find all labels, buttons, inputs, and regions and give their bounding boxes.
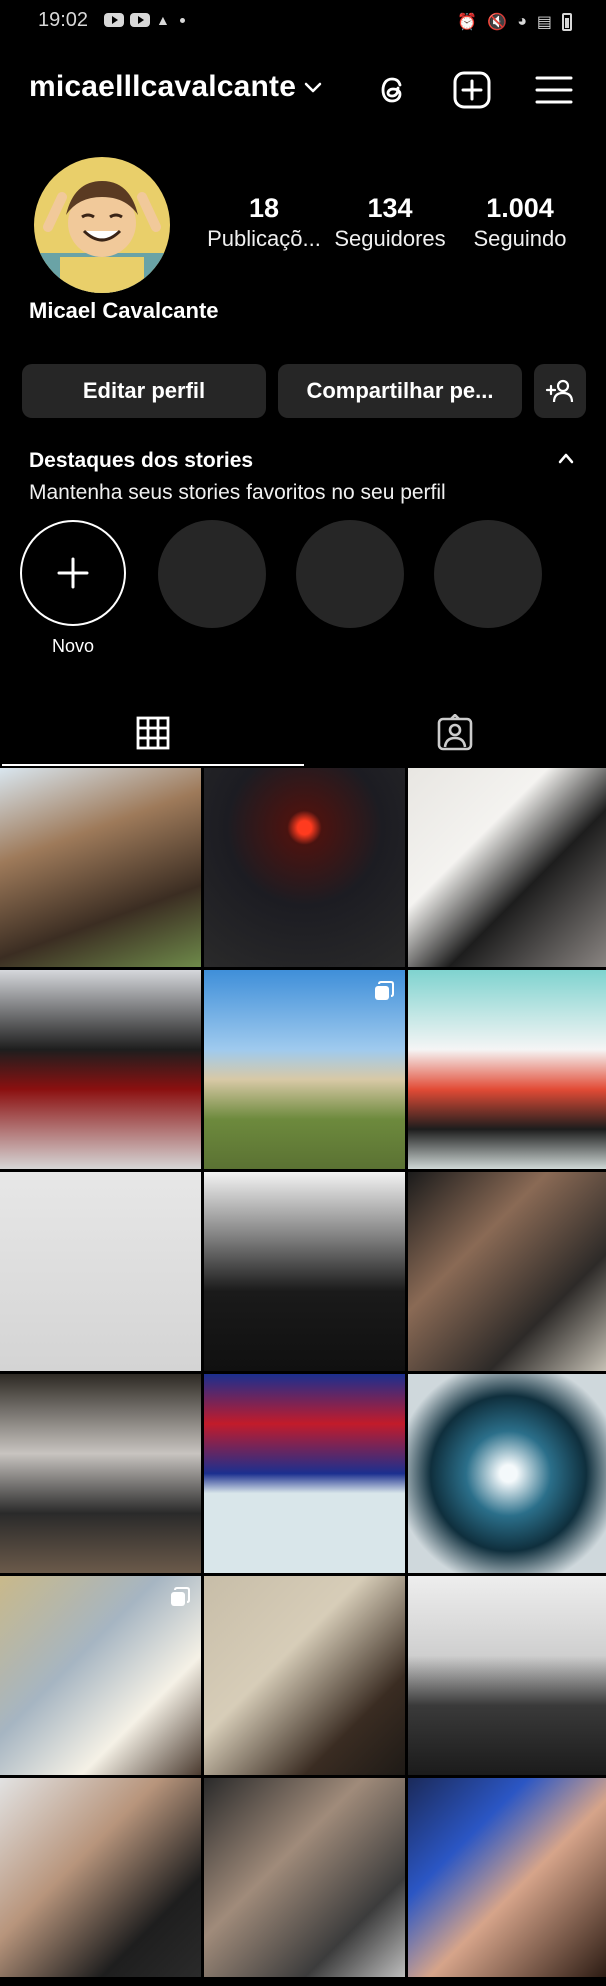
post-thumbnail[interactable] <box>0 1576 201 1775</box>
tab-posts-grid[interactable] <box>2 700 304 766</box>
post-thumbnail[interactable] <box>0 768 201 967</box>
tagged-person-icon <box>437 714 473 751</box>
carousel-icon <box>375 981 394 1000</box>
post-thumbnail[interactable] <box>0 1778 201 1977</box>
post-thumbnail[interactable] <box>408 768 606 967</box>
threads-icon[interactable] <box>370 68 414 112</box>
post-thumbnail[interactable] <box>0 1374 201 1573</box>
status-bar: 19:02 ▲ ⏰ 🔇 ◕ ▤ <box>0 0 606 44</box>
edit-profile-button[interactable]: Editar perfil <box>22 364 266 418</box>
followers-stat[interactable]: 134 Seguidores <box>330 192 450 254</box>
youtube-icon <box>130 13 150 27</box>
active-tab-indicator <box>2 764 304 766</box>
post-thumbnail[interactable] <box>204 768 405 967</box>
grid-icon <box>136 716 170 750</box>
new-highlight-button[interactable] <box>20 520 126 626</box>
carousel-icon <box>171 1587 190 1606</box>
post-thumbnail[interactable] <box>408 1172 606 1371</box>
username-switcher[interactable]: micaelllcavalcante <box>29 70 296 104</box>
system-icons: ⏰ 🔇 ◕ ▤ <box>457 12 572 32</box>
share-profile-button[interactable]: Compartilhar pe... <box>278 364 522 418</box>
post-thumbnail[interactable] <box>204 970 405 1169</box>
post-thumbnail[interactable] <box>204 1172 405 1371</box>
highlight-placeholder <box>434 520 542 628</box>
post-thumbnail[interactable] <box>0 1172 201 1371</box>
posts-grid <box>0 768 606 1977</box>
chevron-down-icon[interactable] <box>304 82 322 94</box>
highlights-subtitle: Mantenha seus stories favoritos no seu p… <box>29 481 446 504</box>
following-stat[interactable]: 1.004 Seguindo <box>462 192 578 254</box>
followers-label: Seguidores <box>334 226 446 251</box>
full-name: Micael Cavalcante <box>29 298 219 323</box>
posts-label: Publicaçõ... <box>207 226 321 251</box>
post-thumbnail[interactable] <box>408 1576 606 1775</box>
following-label: Seguindo <box>473 226 567 251</box>
tab-tagged[interactable] <box>304 700 606 766</box>
youtube-icon <box>104 13 124 27</box>
plus-icon <box>57 557 89 589</box>
posts-count: 18 <box>248 193 280 223</box>
signal-icon: ▤ <box>536 14 552 31</box>
battery-icon <box>562 13 572 31</box>
post-thumbnail[interactable] <box>408 970 606 1169</box>
avatar-image <box>34 157 170 293</box>
new-highlight-label: Novo <box>51 636 95 656</box>
mute-icon: 🔇 <box>487 14 508 31</box>
chevron-up-icon[interactable] <box>558 452 574 464</box>
status-time: 19:02 <box>38 9 89 31</box>
alarm-icon: ⏰ <box>457 14 478 31</box>
create-post-icon[interactable] <box>450 68 494 112</box>
avatar[interactable] <box>34 157 170 293</box>
following-count: 1.004 <box>486 193 554 223</box>
highlight-placeholder <box>158 520 266 628</box>
add-person-icon <box>545 379 574 403</box>
more-notifications-dot <box>179 17 185 23</box>
wifi-icon: ◕ <box>517 13 527 30</box>
posts-stat[interactable]: 18 Publicaçõ... <box>196 192 332 254</box>
highlight-placeholder <box>296 520 404 628</box>
android-icon: ▲ <box>156 12 170 28</box>
post-thumbnail[interactable] <box>204 1778 405 1977</box>
post-thumbnail[interactable] <box>0 970 201 1169</box>
discover-people-button[interactable] <box>534 364 586 418</box>
followers-count: 134 <box>367 193 413 223</box>
post-thumbnail[interactable] <box>408 1778 606 1977</box>
post-thumbnail[interactable] <box>408 1374 606 1573</box>
menu-icon[interactable] <box>532 68 576 112</box>
highlights-title: Destaques dos stories <box>29 449 254 472</box>
post-thumbnail[interactable] <box>204 1374 405 1573</box>
post-thumbnail[interactable] <box>204 1576 405 1775</box>
notification-icons: ▲ <box>104 12 185 28</box>
